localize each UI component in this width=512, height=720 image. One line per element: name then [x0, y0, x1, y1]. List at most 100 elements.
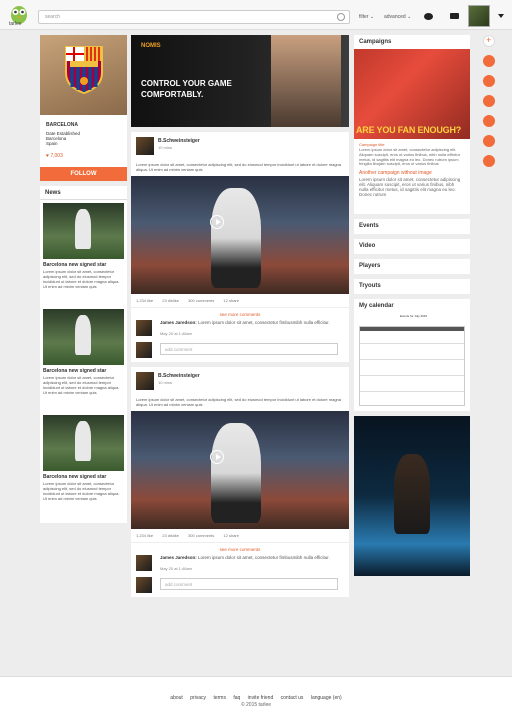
- user-icon[interactable]: [483, 155, 495, 167]
- follow-button[interactable]: FOLLOW: [40, 167, 127, 181]
- news-title[interactable]: Barcelona new signed star: [43, 262, 124, 268]
- post-stats: 1,234 like 23 dislike 300 comments 12 sh…: [131, 294, 349, 308]
- footer-link-faq[interactable]: faq: [233, 695, 240, 701]
- footer-link-contact[interactable]: contact us: [281, 695, 304, 701]
- campaigns-heading: Campaigns: [359, 39, 392, 45]
- banner-person-image: [271, 35, 341, 127]
- copyright: © 2015 tarlee: [240, 702, 272, 708]
- footer-link-about[interactable]: about: [170, 695, 183, 701]
- commenter-avatar[interactable]: [136, 320, 152, 336]
- chat-icon[interactable]: [424, 13, 433, 20]
- see-more-comments-link[interactable]: see more comments: [131, 543, 349, 553]
- commenter-name[interactable]: James Jaredson:: [160, 320, 197, 325]
- news-image[interactable]: [43, 415, 124, 471]
- like-button[interactable]: 1,234 like: [136, 298, 153, 303]
- add-comment-row: add comment: [131, 575, 349, 597]
- comments-count[interactable]: 300 comments: [188, 533, 214, 538]
- footer: about privacy terms faq invite friend co…: [0, 676, 512, 720]
- campaign-desc: Lorem ipsum dolor sit amet, consectetur …: [359, 147, 461, 167]
- calendar-icon[interactable]: [483, 95, 495, 107]
- section-tryouts[interactable]: Tryouts: [354, 279, 470, 294]
- calendar-grid[interactable]: Events for July 2015: [359, 314, 465, 406]
- search-input[interactable]: search: [38, 10, 350, 24]
- footer-link-terms[interactable]: terms: [213, 695, 226, 701]
- news-image[interactable]: [43, 309, 124, 365]
- share-button[interactable]: 12 share: [223, 533, 239, 538]
- post-card: B.Schweinsteiger 10 mins Lorem ipsum dol…: [131, 132, 349, 362]
- news-image[interactable]: [43, 203, 124, 259]
- likes-count: 7,003: [50, 153, 63, 159]
- search-icon[interactable]: [337, 13, 345, 21]
- my-avatar: [136, 577, 152, 593]
- author-name[interactable]: B.Schweinsteiger: [158, 138, 200, 144]
- author-avatar[interactable]: [136, 372, 154, 390]
- post-video[interactable]: [131, 411, 349, 529]
- ball-icon[interactable]: [483, 115, 495, 127]
- like-button[interactable]: 1,234 like: [136, 533, 153, 538]
- gift-icon[interactable]: [483, 55, 495, 67]
- footer-link-language[interactable]: language (en): [311, 695, 342, 701]
- news-item[interactable]: Barcelona new signed star Lorem ipsum do…: [40, 200, 127, 306]
- top-bar: tarlee search filter ⌄ advanced ⌄: [0, 0, 512, 30]
- campaign-title-2[interactable]: Another campaign without image: [354, 168, 470, 176]
- add-comment-row: add comment: [131, 340, 349, 362]
- author-name[interactable]: B.Schweinsteiger: [158, 373, 200, 379]
- footer-link-privacy[interactable]: privacy: [190, 695, 206, 701]
- right-column: Campaigns ARE YOU FAN ENOUGH? Campaign t…: [354, 35, 470, 576]
- campaign-title-link[interactable]: Campaign title: [354, 139, 470, 147]
- play-icon[interactable]: [210, 215, 224, 229]
- calendar-title: Events for July 2015: [400, 314, 428, 318]
- dislike-button[interactable]: 23 dislike: [162, 298, 179, 303]
- author-avatar[interactable]: [136, 137, 154, 155]
- campaigns-panel: Campaigns ARE YOU FAN ENOUGH? Campaign t…: [354, 35, 470, 214]
- filter-dropdown[interactable]: filter ⌄: [359, 14, 374, 20]
- post-header: B.Schweinsteiger 10 mins: [131, 367, 349, 397]
- footer-links: about privacy terms faq invite friend co…: [0, 695, 512, 701]
- chevron-down-icon[interactable]: [498, 14, 504, 18]
- news-item[interactable]: Barcelona new signed star Lorem ipsum do…: [40, 412, 127, 518]
- user-avatar[interactable]: [468, 5, 490, 27]
- news-text: Lorem ipsum dolor sit amet, consectetur …: [43, 481, 120, 501]
- group-icon[interactable]: [483, 135, 495, 147]
- club-country: Spain: [46, 141, 58, 146]
- news-title[interactable]: Barcelona new signed star: [43, 474, 124, 480]
- footer-link-invite[interactable]: invite friend: [248, 695, 274, 701]
- campaign-image[interactable]: ARE YOU FAN ENOUGH?: [354, 49, 470, 139]
- section-events[interactable]: Events: [354, 219, 470, 234]
- my-avatar: [136, 342, 152, 358]
- center-column: NOMIS CONTROL YOUR GAME COMFORTABLY. B.S…: [131, 35, 349, 597]
- left-column: BARCELONA Date Established Barcelona Spa…: [40, 35, 127, 523]
- commenter-name[interactable]: James Jaredson:: [160, 555, 197, 560]
- comments-count[interactable]: 300 comments: [188, 298, 214, 303]
- dislike-button[interactable]: 23 dislike: [162, 533, 179, 538]
- news-title[interactable]: Barcelona new signed star: [43, 368, 124, 374]
- news-item[interactable]: Barcelona new signed star Lorem ipsum do…: [40, 306, 127, 412]
- add-comment-input[interactable]: add comment: [160, 343, 338, 355]
- news-text: Lorem ipsum dolor sit amet, consectetur …: [43, 269, 120, 289]
- comment: James Jaredson: Lorem ipsum dolor sit am…: [131, 553, 349, 575]
- calendar-heading: My calendar: [359, 303, 394, 309]
- post-text: Lorem ipsum dolor sit amet, consectetur …: [136, 397, 341, 407]
- share-button[interactable]: 12 share: [223, 298, 239, 303]
- news-panel: News Barcelona new signed star Lorem ips…: [40, 186, 127, 523]
- post-video[interactable]: [131, 176, 349, 294]
- section-video[interactable]: Video: [354, 239, 470, 254]
- comment-text: James Jaredson: Lorem ipsum dolor sit am…: [160, 320, 340, 325]
- ad-banner[interactable]: NOMIS CONTROL YOUR GAME COMFORTABLY.: [131, 35, 349, 127]
- comment-body: Lorem ipsum dolor sit amet, consectetur …: [198, 555, 330, 560]
- add-comment-input[interactable]: add comment: [160, 578, 338, 590]
- section-players[interactable]: Players: [354, 259, 470, 274]
- comment-time: May 20 at 1:46am: [160, 331, 193, 336]
- logo-text: tarlee: [9, 21, 22, 27]
- club-image: [40, 35, 127, 115]
- add-icon[interactable]: [483, 35, 495, 47]
- comment-time: May 20 at 1:46am: [160, 566, 193, 571]
- play-icon[interactable]: [210, 450, 224, 464]
- wallet-icon[interactable]: [450, 13, 459, 19]
- commenter-avatar[interactable]: [136, 555, 152, 571]
- briefcase-icon[interactable]: [483, 75, 495, 87]
- see-more-comments-link[interactable]: see more comments: [131, 308, 349, 318]
- advanced-dropdown[interactable]: advanced ⌄: [384, 14, 411, 20]
- banner-brand: NOMIS: [141, 43, 161, 49]
- ad-image[interactable]: [354, 416, 470, 576]
